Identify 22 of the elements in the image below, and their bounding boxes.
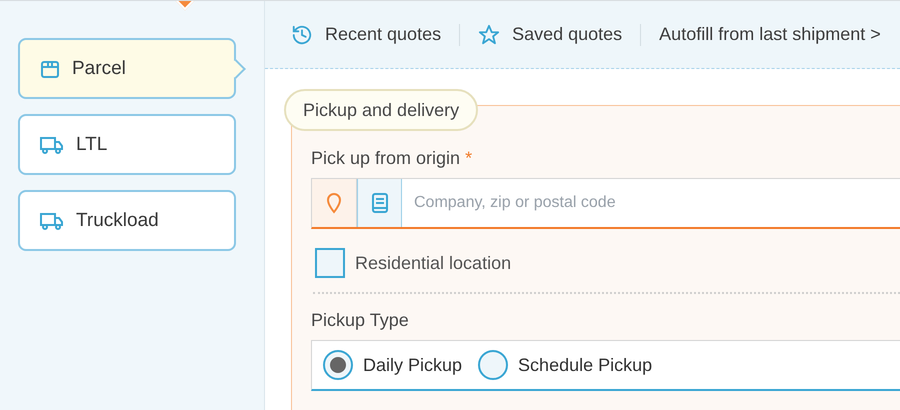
radio-button[interactable] xyxy=(478,350,508,380)
radio-label: Schedule Pickup xyxy=(518,354,652,376)
box-icon xyxy=(40,58,60,78)
truck-icon xyxy=(40,210,64,230)
toolbar-link[interactable]: Saved quotes xyxy=(478,24,640,46)
field-label: Pickup Type xyxy=(311,310,410,331)
star-icon xyxy=(478,24,500,46)
location-pin-icon xyxy=(326,192,342,214)
radio-label: Daily Pickup xyxy=(363,354,462,376)
shipment-type-tab[interactable]: Truckload xyxy=(18,190,236,251)
toolbar-link[interactable]: Autofill from last shipment > xyxy=(659,24,899,45)
origin-input-group[interactable]: Company, zip or postal code xyxy=(311,178,900,229)
field-label: Pick up from origin * xyxy=(311,148,474,169)
history-icon xyxy=(291,24,313,46)
shipment-type-tab[interactable]: LTL xyxy=(18,114,236,175)
radio-button[interactable] xyxy=(323,350,353,380)
toolbar-link[interactable]: Recent quotes xyxy=(291,24,460,46)
checkbox[interactable] xyxy=(315,248,345,278)
section-title: Pickup and delivery xyxy=(284,89,478,131)
address-book-icon xyxy=(372,193,388,213)
truck-icon xyxy=(40,134,64,154)
checkbox-label: Residential location xyxy=(355,252,512,274)
